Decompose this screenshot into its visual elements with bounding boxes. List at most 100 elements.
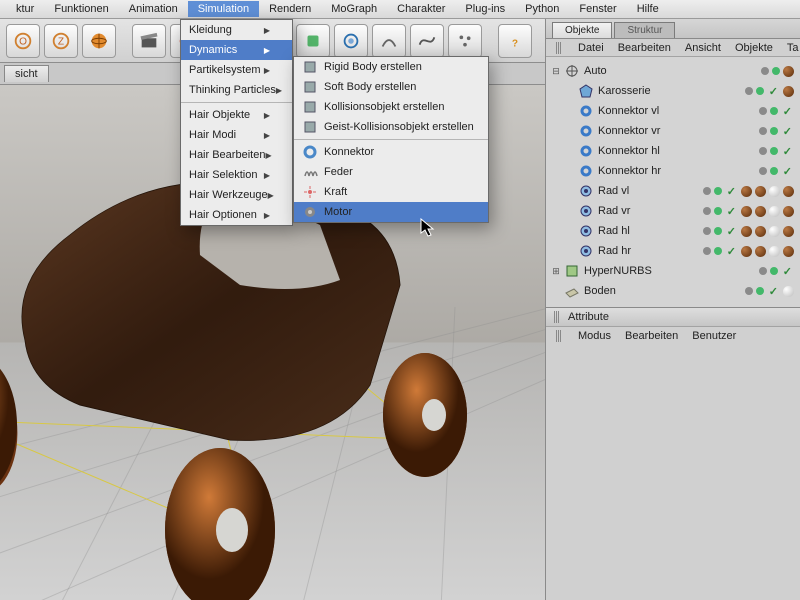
menu-view[interactable]: Ansicht [685, 42, 721, 54]
primitive-b-tool[interactable] [296, 24, 330, 58]
vis-dot[interactable] [770, 107, 778, 115]
menu-simulation[interactable]: Simulation [188, 1, 259, 17]
vis-dot[interactable] [761, 67, 769, 75]
enable-check-icon[interactable]: ✓ [769, 285, 778, 298]
attr-mode[interactable]: Modus [578, 330, 611, 342]
material-tag[interactable] [783, 246, 794, 257]
menu-edit[interactable]: Bearbeiten [618, 42, 671, 54]
vis-dot[interactable] [759, 167, 767, 175]
deform-tool[interactable] [372, 24, 406, 58]
vis-dot[interactable] [745, 87, 753, 95]
menu-rendern[interactable]: Rendern [259, 1, 321, 17]
menu-item-dynamics[interactable]: Dynamics [181, 40, 292, 60]
menu-tags[interactable]: Ta [787, 42, 799, 54]
spline-tool[interactable] [410, 24, 444, 58]
tree-row-boden[interactable]: Boden✓ [546, 281, 800, 301]
material-tag[interactable] [755, 206, 766, 217]
menu-item-motor[interactable]: Motor [294, 202, 488, 222]
axis-z-tool[interactable]: Z [44, 24, 78, 58]
vis-dot[interactable] [714, 227, 722, 235]
simulation-menu-dropdown[interactable]: KleidungDynamicsPartikelsystemThinking P… [180, 19, 293, 226]
vis-dot[interactable] [703, 207, 711, 215]
menu-item-hair-bearbeiten[interactable]: Hair Bearbeiten [181, 145, 292, 165]
help-tool[interactable]: ? [498, 24, 532, 58]
tab-structure[interactable]: Struktur [614, 22, 675, 38]
enable-check-icon[interactable]: ✓ [783, 145, 792, 158]
menu-file[interactable]: Datei [578, 42, 604, 54]
enable-check-icon[interactable]: ✓ [783, 105, 792, 118]
material-tag[interactable] [741, 246, 752, 257]
tree-row-konnektor-vl[interactable]: Konnektor vl✓ [546, 101, 800, 121]
material-tag[interactable] [755, 226, 766, 237]
tree-row-hypernurbs[interactable]: ⊞HyperNURBS✓ [546, 261, 800, 281]
tree-row-konnektor-hl[interactable]: Konnektor hl✓ [546, 141, 800, 161]
menu-item-hair-modi[interactable]: Hair Modi [181, 125, 292, 145]
material-tag[interactable] [783, 186, 794, 197]
tree-row-rad-hr[interactable]: Rad hr✓ [546, 241, 800, 261]
tab-objects[interactable]: Objekte [552, 22, 612, 38]
enable-check-icon[interactable]: ✓ [727, 225, 736, 238]
material-tag[interactable] [769, 186, 780, 197]
object-tree[interactable]: ⊟AutoKarosserie✓Konnektor vl✓Konnektor v… [546, 57, 800, 307]
menu-plug-ins[interactable]: Plug-ins [455, 1, 515, 17]
tree-row-rad-vl[interactable]: Rad vl✓ [546, 181, 800, 201]
material-tag[interactable] [741, 226, 752, 237]
menu-objects[interactable]: Objekte [735, 42, 773, 54]
menu-item-kraft[interactable]: Kraft [294, 182, 488, 202]
menu-item-hair-werkzeuge[interactable]: Hair Werkzeuge [181, 185, 292, 205]
clapper-tool[interactable] [132, 24, 166, 58]
enable-check-icon[interactable]: ✓ [783, 265, 792, 278]
enable-check-icon[interactable]: ✓ [727, 205, 736, 218]
vis-dot[interactable] [759, 147, 767, 155]
vis-dot[interactable] [703, 247, 711, 255]
menu-animation[interactable]: Animation [119, 1, 188, 17]
enable-check-icon[interactable]: ✓ [783, 165, 792, 178]
menu-hilfe[interactable]: Hilfe [627, 1, 669, 17]
tree-row-auto[interactable]: ⊟Auto [546, 61, 800, 81]
menu-funktionen[interactable]: Funktionen [44, 1, 118, 17]
vis-dot[interactable] [714, 247, 722, 255]
material-tag[interactable] [783, 86, 794, 97]
material-tag[interactable] [741, 206, 752, 217]
vis-dot[interactable] [703, 187, 711, 195]
material-tag[interactable] [769, 246, 780, 257]
vis-dot[interactable] [745, 287, 753, 295]
menu-python[interactable]: Python [515, 1, 569, 17]
vis-dot[interactable] [714, 207, 722, 215]
axis-o-tool[interactable]: O [6, 24, 40, 58]
tree-row-konnektor-vr[interactable]: Konnektor vr✓ [546, 121, 800, 141]
tree-row-karosserie[interactable]: Karosserie✓ [546, 81, 800, 101]
material-tag[interactable] [769, 206, 780, 217]
tree-row-konnektor-hr[interactable]: Konnektor hr✓ [546, 161, 800, 181]
expand-toggle[interactable]: ⊞ [550, 266, 562, 277]
vis-dot[interactable] [770, 127, 778, 135]
vis-dot[interactable] [770, 167, 778, 175]
material-tag[interactable] [783, 226, 794, 237]
material-tag[interactable] [755, 186, 766, 197]
material-tag[interactable] [783, 286, 794, 297]
menu-item-kleidung[interactable]: Kleidung [181, 20, 292, 40]
material-tag[interactable] [755, 246, 766, 257]
enable-check-icon[interactable]: ✓ [769, 85, 778, 98]
enable-check-icon[interactable]: ✓ [727, 185, 736, 198]
menu-item-konnektor[interactable]: Konnektor [294, 142, 488, 162]
vis-dot[interactable] [770, 147, 778, 155]
menu-item-hair-objekte[interactable]: Hair Objekte [181, 105, 292, 125]
menu-item-thinking-particles[interactable]: Thinking Particles [181, 80, 292, 100]
view-tab[interactable]: sicht [4, 65, 49, 82]
vis-dot[interactable] [756, 87, 764, 95]
menu-item-partikelsystem[interactable]: Partikelsystem [181, 60, 292, 80]
vis-dot[interactable] [759, 107, 767, 115]
vis-dot[interactable] [714, 187, 722, 195]
generator-tool[interactable] [334, 24, 368, 58]
vis-dot[interactable] [770, 267, 778, 275]
menu-item-hair-selektion[interactable]: Hair Selektion [181, 165, 292, 185]
menu-ktur[interactable]: ktur [6, 1, 44, 17]
menu-fenster[interactable]: Fenster [569, 1, 626, 17]
menu-item-feder[interactable]: Feder [294, 162, 488, 182]
tree-row-rad-vr[interactable]: Rad vr✓ [546, 201, 800, 221]
material-tag[interactable] [741, 186, 752, 197]
material-tag[interactable] [769, 226, 780, 237]
tree-row-rad-hl[interactable]: Rad hl✓ [546, 221, 800, 241]
attr-user[interactable]: Benutzer [692, 330, 736, 342]
